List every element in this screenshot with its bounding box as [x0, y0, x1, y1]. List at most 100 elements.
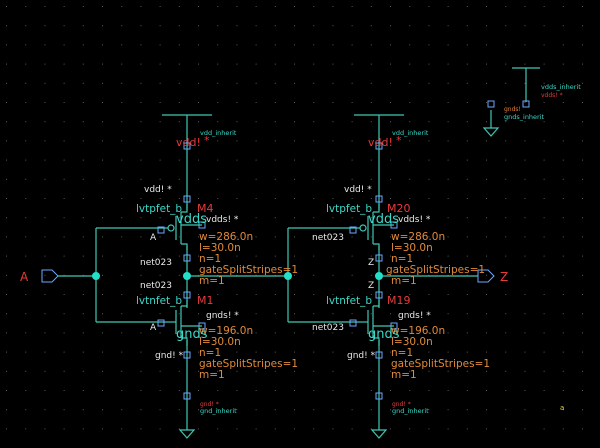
nmos-supply-label: gnd! *	[347, 351, 376, 361]
grid-dot	[543, 102, 545, 103]
grid-dot	[121, 332, 123, 334]
grid-dot	[447, 44, 449, 46]
grid-dot	[102, 198, 103, 199]
grid-dot	[351, 140, 353, 142]
grid-dot	[274, 82, 276, 84]
grid-dot	[409, 63, 411, 65]
grid-dot	[428, 351, 430, 353]
grid-dot	[370, 25, 372, 27]
grid-dot	[313, 6, 315, 7]
grid-dot	[543, 198, 545, 199]
grid-dot	[274, 159, 276, 161]
grid-dot	[370, 121, 372, 123]
grid-dot	[63, 6, 65, 7]
grid-dot	[82, 294, 84, 295]
grid-dot	[313, 25, 315, 27]
grid-dot	[6, 6, 7, 7]
grid-dot	[543, 409, 545, 411]
grid-dot	[466, 140, 468, 142]
grid-dot	[505, 25, 507, 27]
grid-dot	[44, 409, 46, 411]
grid-dot	[543, 140, 545, 142]
grid-dot	[274, 44, 276, 46]
grid-dot	[236, 102, 238, 103]
grid-dot	[562, 274, 564, 276]
grid-dot	[236, 82, 238, 84]
grid-dot	[159, 409, 161, 411]
grid-dot	[543, 217, 545, 219]
grid-dot	[159, 121, 161, 123]
grid-dot	[236, 178, 238, 180]
grid-dot	[524, 217, 526, 219]
grid-dot	[409, 121, 411, 123]
grid-dot	[63, 313, 65, 315]
grid-dot	[178, 102, 180, 103]
grid-dot	[63, 332, 65, 334]
grid-dot	[6, 121, 7, 123]
grid-dot	[255, 178, 257, 180]
grid-dot	[140, 121, 142, 123]
grid-dot	[82, 217, 84, 219]
grid-dot	[25, 217, 27, 219]
grid-dot	[582, 6, 583, 7]
grid-dot	[562, 236, 564, 238]
grid-dot	[236, 121, 238, 123]
grid-dot	[140, 82, 142, 84]
grid-dot	[274, 25, 276, 27]
grid-dot	[447, 313, 449, 315]
grid-dot	[486, 274, 487, 276]
grid-dot	[332, 6, 334, 7]
grid-dot	[121, 294, 123, 295]
grid-dot	[409, 390, 411, 391]
grid-dot	[562, 178, 564, 180]
grid-dot	[447, 217, 449, 219]
grid-dot	[6, 159, 7, 161]
grid-dot	[6, 25, 7, 27]
gnds-inherit-label: gnds_inherit	[504, 113, 545, 121]
grid-dot	[332, 370, 334, 372]
grid-dot	[486, 217, 487, 219]
grid-dot	[390, 409, 391, 411]
grid-dot	[505, 236, 507, 238]
grid-dot	[217, 25, 219, 27]
grid-dot	[82, 370, 84, 372]
grid-dot	[428, 102, 430, 103]
grid-dot	[409, 82, 411, 84]
grid-dot	[543, 390, 545, 391]
grid-dot	[370, 102, 372, 103]
nmos-gate-label: net023	[312, 323, 344, 333]
schematic-canvas[interactable]: A Z vdd_inherit vdd! * vdd! * lvtpfet_b …	[0, 0, 600, 444]
grid-dot	[102, 121, 103, 123]
grid-dot	[582, 140, 583, 142]
grid-dot	[198, 63, 199, 65]
grid-dot	[543, 236, 545, 238]
grid-dot	[370, 390, 372, 391]
grid-dot	[102, 25, 103, 27]
grid-dot	[524, 140, 526, 142]
grid-dot	[582, 159, 583, 161]
grid-dot	[121, 25, 123, 27]
grid-dot	[466, 409, 468, 411]
grid-dot	[274, 351, 276, 353]
grid-dot	[255, 255, 257, 257]
nmos-bulk-label: gnds! *	[206, 311, 239, 321]
grid-dot	[447, 63, 449, 65]
grid-dot	[562, 140, 564, 142]
grid-dot	[198, 102, 199, 103]
grid-dot	[44, 313, 46, 315]
grid-dot	[178, 390, 180, 391]
grid-dot	[140, 140, 142, 142]
bulk-tie-cell[interactable]: vdds_inherit vdds! * gnds! gnds_inherit	[504, 83, 581, 121]
grid-dot	[447, 294, 449, 295]
grid-dot	[44, 255, 46, 257]
grid-dot	[121, 370, 123, 372]
grid-dot	[236, 390, 238, 391]
grid-dot	[486, 25, 487, 27]
pmos-gate-label: A	[150, 233, 157, 243]
grid-dot	[543, 6, 545, 7]
grid-dot	[121, 428, 123, 430]
grid-dot	[178, 428, 180, 430]
grid-dot	[524, 428, 526, 430]
grid-dot	[524, 178, 526, 180]
input-pin-a[interactable]: A	[20, 269, 59, 284]
